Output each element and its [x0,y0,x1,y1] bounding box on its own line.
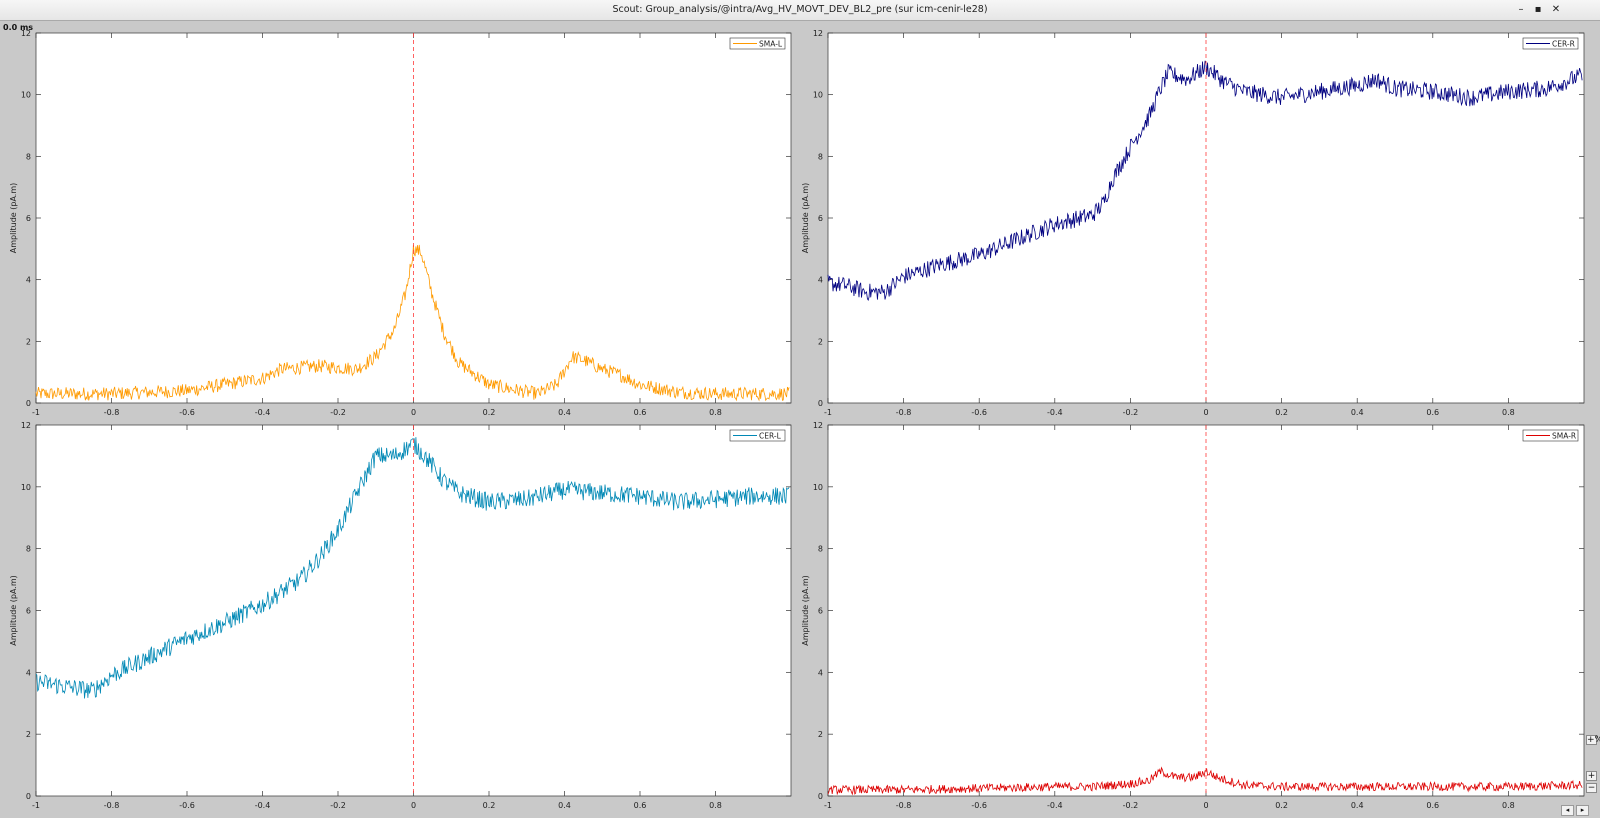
x-tick-label: -1 [32,801,40,810]
y-tick-label: 0 [818,399,823,408]
y-tick-label: 12 [813,29,823,38]
x-tick-label: -1 [824,801,832,810]
x-tick-label: 0.8 [709,408,722,417]
y-tick-label: 10 [21,91,31,100]
y-tick-label: 4 [818,276,823,285]
x-tick-label: 0 [411,801,416,810]
y-tick-label: 8 [26,152,31,161]
y-tick-label: 12 [813,421,823,430]
x-tick-label: 0.6 [1426,408,1439,417]
y-tick-label: 6 [818,214,823,223]
scout-plots: 024681012-1 -0.8 -0.6 -0.4 -0.2 0 0.2 0.4 0.6 0.8… [9,29,1585,810]
x-tick-label: 0 [1203,408,1208,417]
y-tick-label: 10 [21,483,31,492]
y-tick-label: 0 [26,399,31,408]
x-tick-label: 0 [1203,801,1208,810]
scroll-left-button[interactable]: ◂ [1561,805,1574,816]
plot-panel-sma-r[interactable]: 0 2 4 6 8 10 12 -1 -0.8 -0.6 -0.4 -0.2 0 0.2 0.4 0.6 0.8… [801,421,1585,810]
x-tick-label: -0.2 [1123,408,1139,417]
y-tick-label: 0 [818,792,823,801]
x-tick-label: -0.8 [896,801,912,810]
x-tick-label: 0.6 [1426,801,1439,810]
x-tick-label: 0.4 [558,801,571,810]
y-tick-label: 2 [818,337,823,346]
legend-label: SMA-R [1552,432,1576,441]
legend-label: CER-R [1552,40,1575,49]
y-tick-label: 8 [818,152,823,161]
x-tick-label: -0.8 [104,801,120,810]
x-tick-label: 0.6 [634,801,647,810]
zoom-in-button[interactable]: + [1586,771,1597,781]
y-tick-label: 12 [21,421,31,430]
x-tick-label: 0.2 [483,801,496,810]
x-tick-label: -1 [824,408,832,417]
x-tick-label: 0.2 [483,408,496,417]
legend-label: CER-L [759,432,782,441]
x-tick-label: -0.2 [1123,801,1139,810]
x-tick-label: 0 [411,408,416,417]
x-tick-label: -0.4 [255,801,271,810]
plot-panel-sma-l[interactable]: 0 2 4 6 8 10 12 -1 -0.8 -0.6 -0.4 -0.2 0 0.2 0.4 0.6 0.8… [9,29,792,417]
y-tick-label: 6 [26,214,31,223]
x-tick-label: 0.4 [1351,801,1364,810]
y-axis-label: Amplitude (pA.m) [9,183,18,254]
y-axis-label: Amplitude (pA.m) [801,575,810,646]
plot-panel-cer-r[interactable]: 0 2 4 6 8 10 12 -1 -0.8 -0.6 -0.4 -0.2 0 0.2 0.4 0.6 0.8… [801,29,1585,417]
x-tick-label: -0.6 [179,801,195,810]
y-tick-label: 2 [26,337,31,346]
y-tick-label: 6 [818,607,823,616]
scroll-right-button[interactable]: ▸ [1576,805,1589,816]
y-tick-label: 10 [813,91,823,100]
y-tick-label: 4 [26,668,31,677]
x-tick-label: -0.8 [896,408,912,417]
zoom-percent-button[interactable]: +% [1586,735,1600,745]
y-axis-label: Amplitude (pA.m) [9,575,18,646]
y-tick-label: 6 [26,607,31,616]
x-tick-label: -0.6 [971,801,987,810]
x-tick-label: 0.2 [1275,801,1288,810]
x-tick-label: -0.2 [330,408,346,417]
x-tick-label: -0.4 [1047,801,1063,810]
y-tick-label: 4 [818,668,823,677]
x-tick-label: -0.4 [1047,408,1063,417]
y-tick-label: 12 [21,29,31,38]
y-tick-label: 10 [813,483,823,492]
x-tick-label: 0.8 [709,801,722,810]
y-tick-label: 8 [26,545,31,554]
y-tick-label: 0 [26,792,31,801]
x-tick-label: 0.4 [1351,408,1364,417]
x-tick-label: 0.8 [1502,801,1515,810]
x-tick-label: -1 [32,408,40,417]
y-axis-label: Amplitude (pA.m) [801,183,810,254]
zoom-out-button[interactable]: − [1586,783,1597,793]
legend-label: SMA-L [759,40,783,49]
x-tick-label: -0.8 [104,408,120,417]
x-tick-label: 0.4 [558,408,571,417]
x-tick-label: -0.6 [179,408,195,417]
y-tick-label: 8 [818,545,823,554]
y-tick-label: 2 [818,730,823,739]
y-tick-label: 2 [26,730,31,739]
x-tick-label: 0.8 [1502,408,1515,417]
x-tick-label: -0.2 [330,801,346,810]
x-tick-label: -0.6 [971,408,987,417]
x-tick-label: -0.4 [255,408,271,417]
y-tick-label: 4 [26,276,31,285]
plot-panel-cer-l[interactable]: 0 2 4 6 8 10 12 -1 -0.8 -0.6 -0.4 -0.2 0 0.2 0.4 0.6 0.8… [9,421,792,810]
x-tick-label: 0.6 [634,408,647,417]
x-tick-label: 0.2 [1275,408,1288,417]
